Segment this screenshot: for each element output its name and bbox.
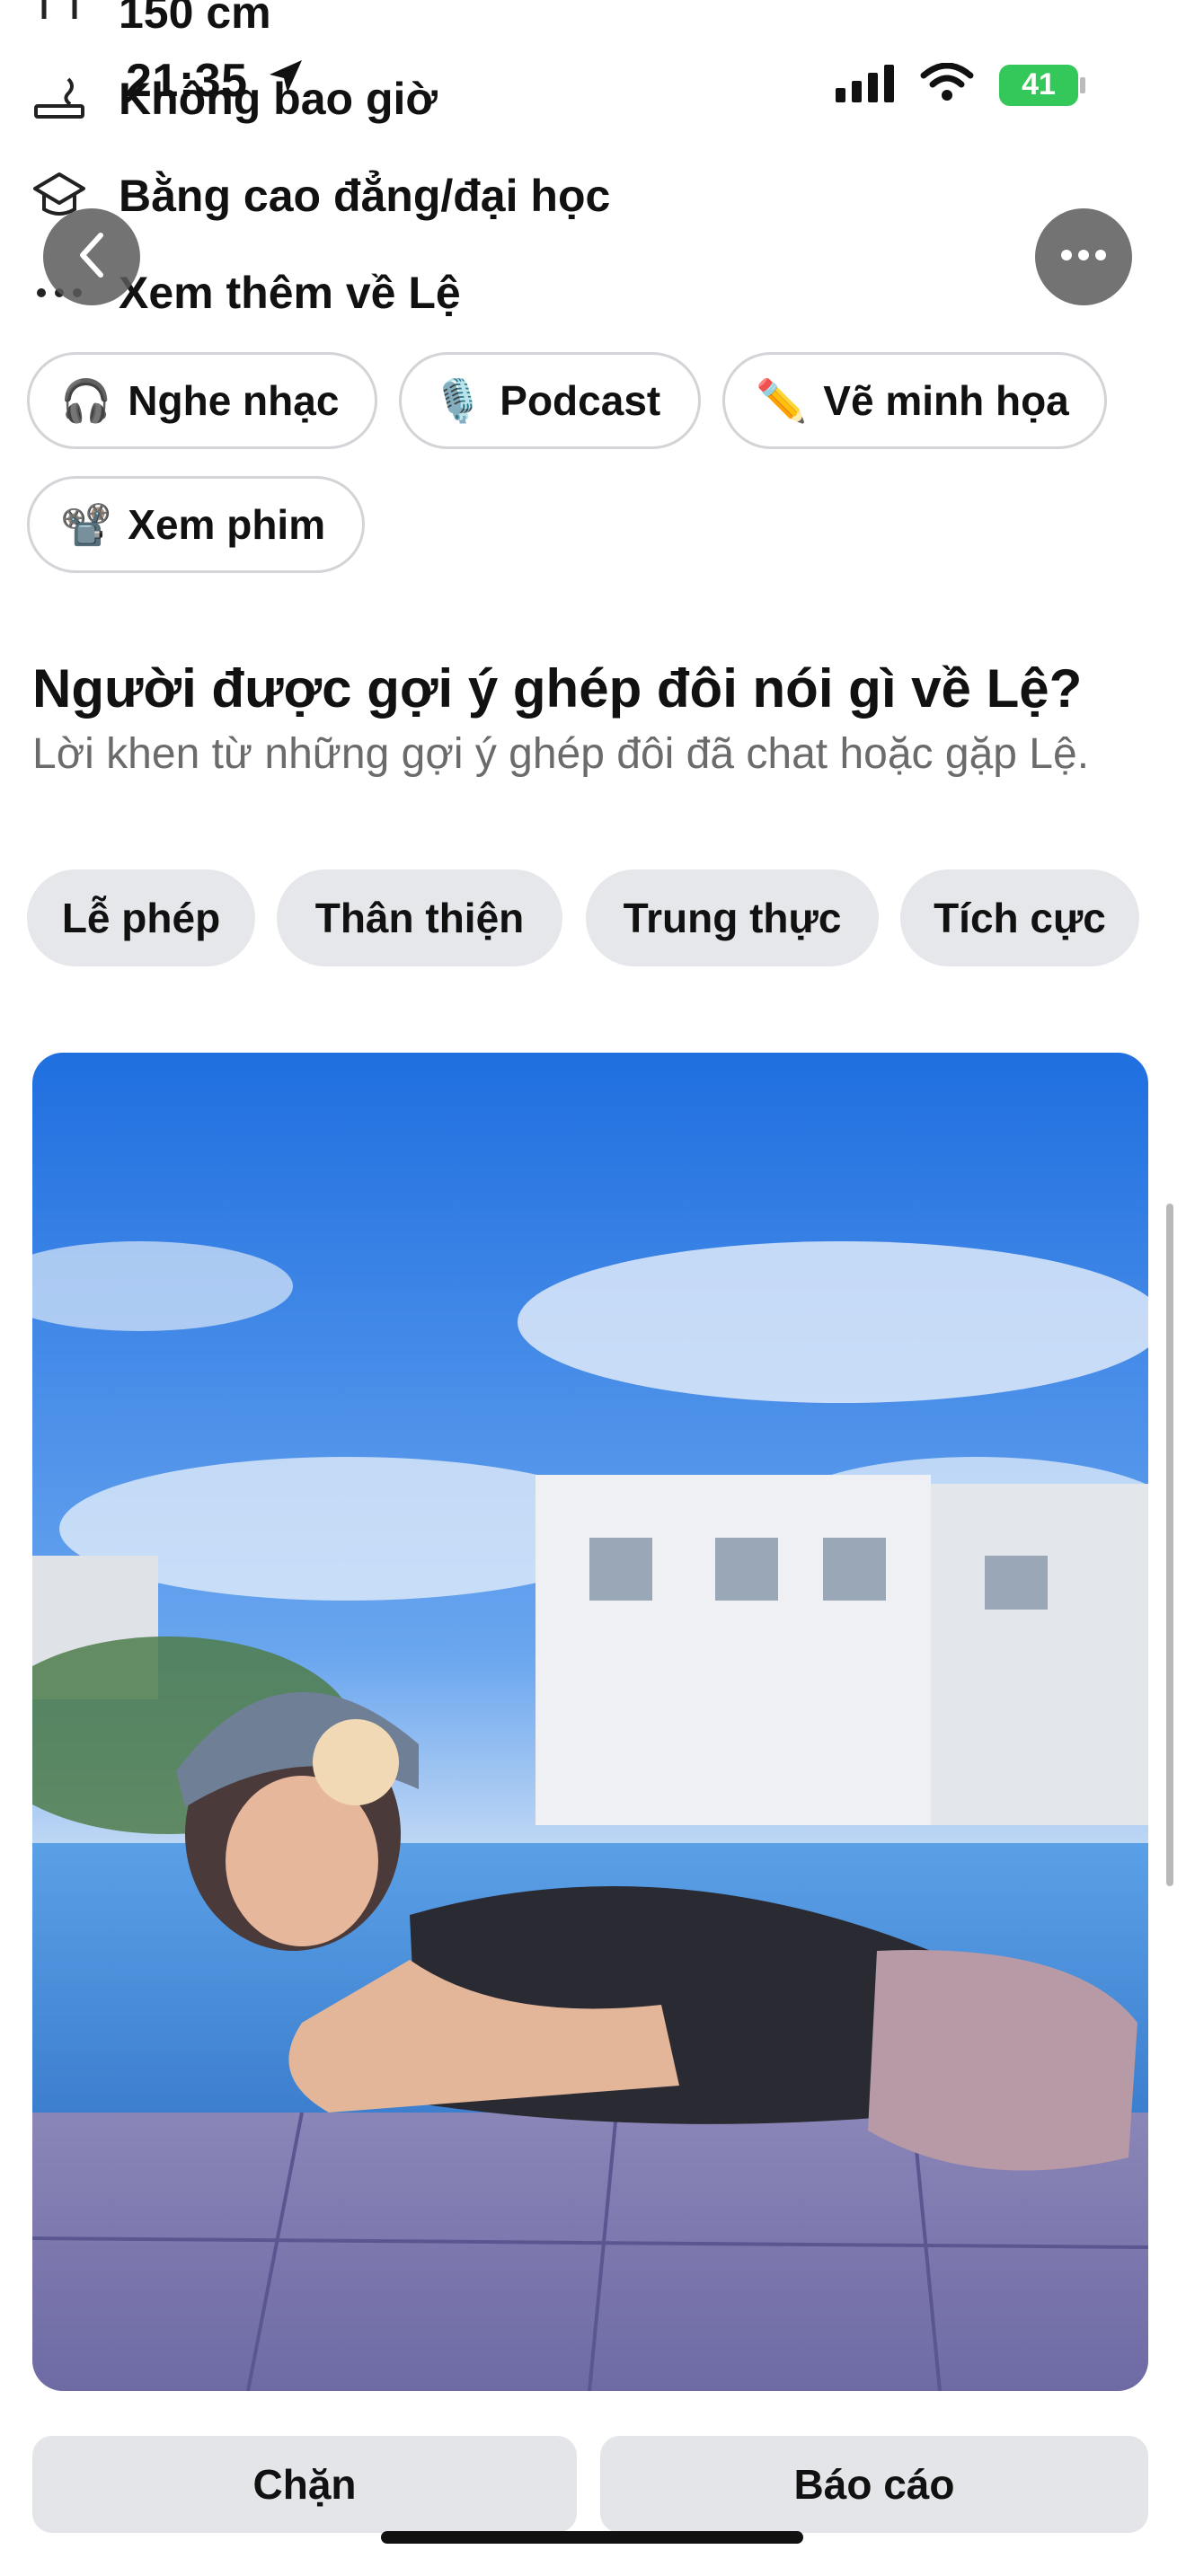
microphone-icon: 🎙️ [432,376,484,424]
interest-chip-illustration[interactable]: ✏️ Vẽ minh họa [722,352,1107,449]
interest-chip-movies[interactable]: 📽️ Xem phim [27,476,365,573]
battery-icon: 41 [999,64,1085,106]
chevron-left-icon [74,230,110,285]
home-indicator[interactable] [381,2531,803,2544]
report-button[interactable]: Báo cáo [600,2436,1148,2533]
scrollbar[interactable] [1166,1204,1173,1886]
info-height-text: 150 cm [119,0,271,38]
location-arrow-icon [266,54,305,108]
compliments-title: Người được gợi ý ghép đôi nói gì về Lệ? [32,658,1083,719]
more-dots-icon [1060,249,1107,266]
interest-chip-music[interactable]: 🎧 Nghe nhạc [27,352,377,449]
profile-photo[interactable] [32,1053,1148,2391]
wifi-icon [920,62,974,107]
interest-chip-label: Nghe nhạc [128,377,340,424]
cellular-signal-icon [836,63,895,107]
film-projector-icon: 📽️ [60,500,112,548]
compliment-tag: Tích cực [900,869,1139,966]
status-time-text: 21:35 [126,55,248,107]
interest-chip-label: Podcast [500,377,661,424]
back-button[interactable] [43,208,140,305]
info-row-height: 150 cm [31,0,271,41]
compliment-tag: Lễ phép [27,869,255,966]
compliment-tag: Trung thực [586,869,879,966]
interest-chip-label: Vẽ minh họa [823,377,1069,424]
info-education-text: Bằng cao đẳng/đại học [119,171,611,221]
smoking-icon [31,70,88,128]
block-button[interactable]: Chặn [32,2436,577,2533]
interest-chip-label: Xem phim [128,501,326,548]
ruler-icon [31,0,88,41]
more-options-button[interactable] [1035,208,1132,305]
status-indicators: 41 [836,62,1085,107]
status-time: 21:35 [126,54,305,108]
interest-chip-podcast[interactable]: 🎙️ Podcast [399,352,701,449]
compliment-tag: Thân thiện [277,869,562,966]
battery-level: 41 [1022,67,1056,101]
see-more-text: Xem thêm về Lệ [119,268,461,318]
compliments-subtitle: Lời khen từ những gợi ý ghép đôi đã chat… [32,730,1090,778]
pencil-icon: ✏️ [756,376,808,424]
headphones-icon: 🎧 [60,376,112,424]
